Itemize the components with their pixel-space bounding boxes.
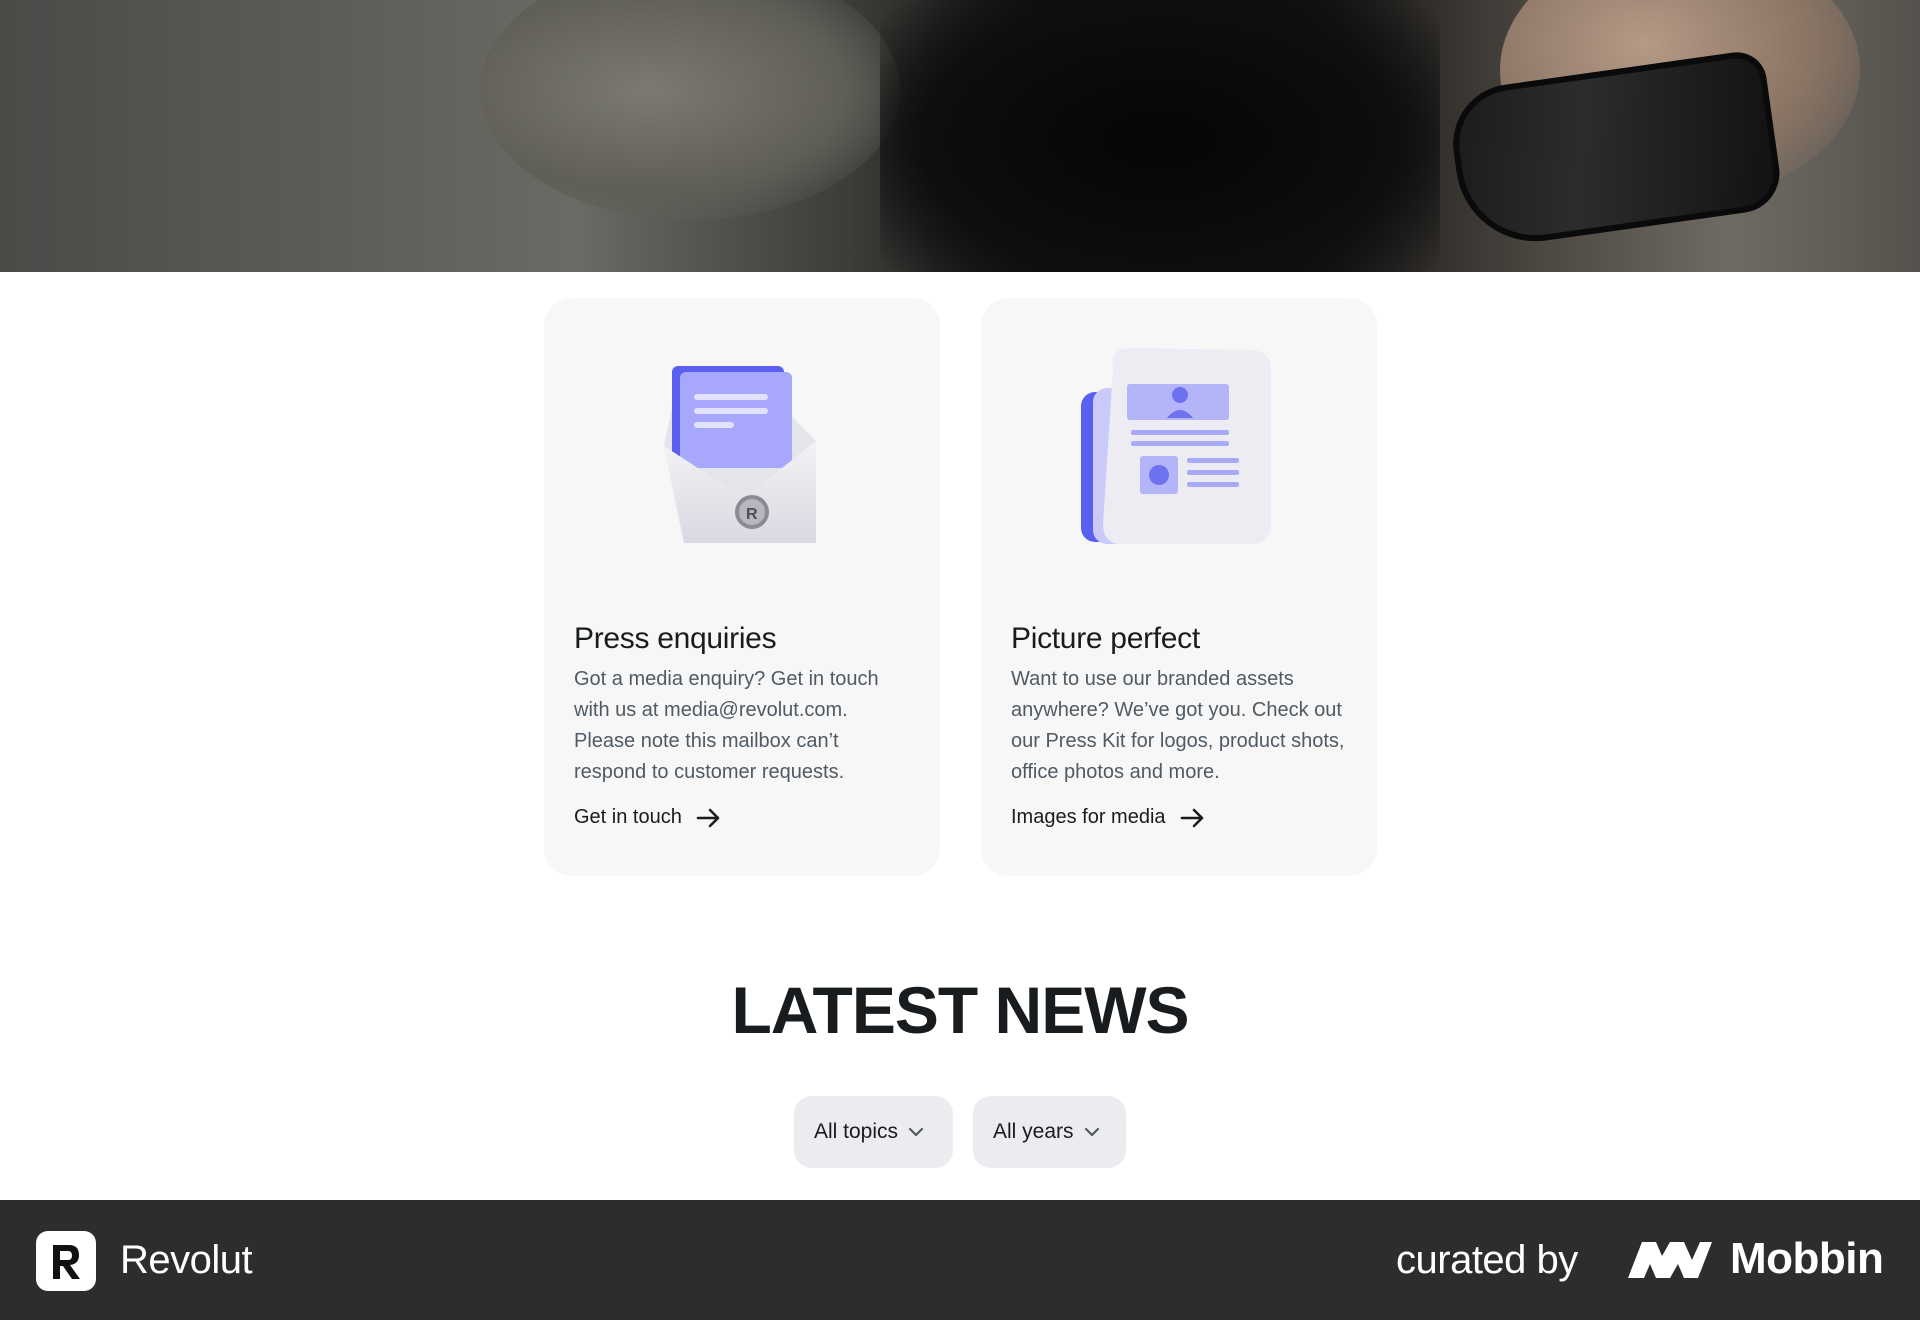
curator-name: Mobbin	[1730, 1234, 1884, 1283]
picture-perfect-card: Picture perfect Want to use our branded …	[981, 298, 1377, 876]
arrow-right-icon	[1180, 808, 1203, 827]
images-for-media-link[interactable]: Images for media	[1011, 806, 1206, 829]
card-title: Picture perfect	[1011, 622, 1200, 655]
curated-by-label: curated by	[1396, 1238, 1578, 1282]
svg-text:R: R	[746, 506, 758, 523]
hero-image	[0, 0, 1920, 272]
hero-sleeve-shape	[480, 0, 900, 220]
envelope-icon: R	[664, 366, 816, 543]
filter-label: All topics	[814, 1120, 899, 1143]
watch-icon	[1445, 48, 1785, 252]
get-in-touch-link[interactable]: Get in touch	[574, 806, 722, 829]
newspaper-icon	[1081, 348, 1271, 544]
link-label: Get in touch	[574, 806, 682, 828]
topics-filter-dropdown[interactable]: All topics	[794, 1096, 953, 1168]
card-description: Want to use our branded assets anywhere?…	[1011, 668, 1345, 783]
mobbin-logo-icon	[1628, 1242, 1712, 1278]
brand-name: Revolut	[120, 1238, 253, 1282]
revolut-logo-icon	[36, 1231, 96, 1291]
chevron-down-icon	[908, 1127, 924, 1137]
press-enquiries-card: R Press enquiries Got a media enquiry? G…	[544, 298, 940, 876]
card-description: Got a media enquiry? Get in touch with u…	[574, 668, 879, 783]
hero-shadow-shape	[880, 0, 1440, 272]
latest-news-heading: LATEST NEWS	[731, 973, 1189, 1047]
years-filter-dropdown[interactable]: All years	[973, 1096, 1126, 1168]
link-label: Images for media	[1011, 806, 1166, 828]
chevron-down-icon	[1084, 1127, 1099, 1137]
filter-label: All years	[993, 1120, 1074, 1143]
card-title: Press enquiries	[574, 622, 777, 655]
footer-bar: Revolut curated by Mobbin	[0, 1200, 1920, 1320]
arrow-right-icon	[696, 808, 720, 827]
revolut-r-icon	[53, 1245, 80, 1279]
